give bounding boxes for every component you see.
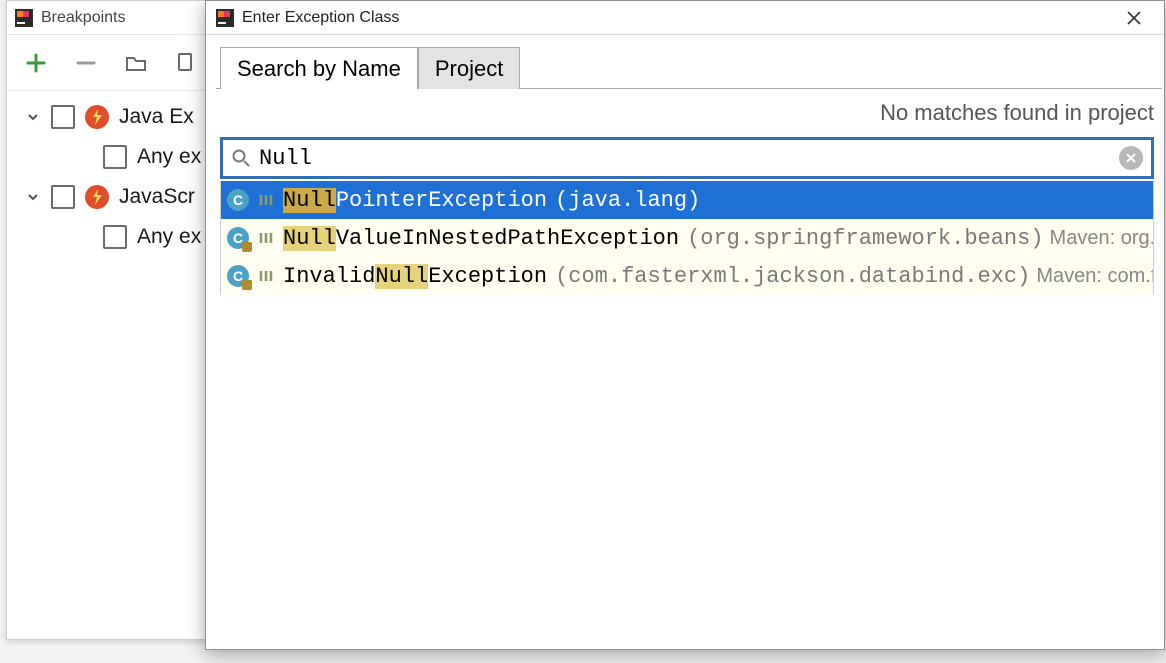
package-name: (java.lang) <box>555 188 700 213</box>
package-name: (com.fasterxml.jackson.databind.exc) <box>555 264 1030 289</box>
class-name: NullPointerException <box>283 188 547 213</box>
clear-search-button[interactable] <box>1119 146 1143 170</box>
tab-search-by-name[interactable]: Search by Name <box>220 47 418 89</box>
tree-label: Any ex <box>137 145 201 169</box>
library-icon <box>257 229 275 247</box>
tab-project[interactable]: Project <box>418 47 520 89</box>
package-name: (org.springframework.beans) <box>687 226 1043 251</box>
checkbox[interactable] <box>103 225 127 249</box>
search-icon <box>231 148 251 168</box>
checkbox[interactable] <box>103 145 127 169</box>
enter-exception-dialog: Enter Exception Class Search by Name Pro… <box>205 0 1165 650</box>
checkbox[interactable] <box>51 185 75 209</box>
add-breakpoint-button[interactable] <box>23 50 49 76</box>
results-list: C NullPointerException (java.lang) C Nul… <box>220 181 1154 295</box>
dialog-title: Enter Exception Class <box>242 9 399 27</box>
result-item[interactable]: C NullValueInNestedPathException (org.sp… <box>221 219 1153 257</box>
library-icon <box>257 267 275 285</box>
search-input[interactable] <box>259 146 1119 171</box>
checkbox[interactable] <box>51 105 75 129</box>
exception-icon <box>85 105 109 129</box>
chevron-down-icon <box>25 189 41 205</box>
source-label: Maven: com.faster <box>1036 265 1153 288</box>
class-name: NullValueInNestedPathException <box>283 226 679 251</box>
library-icon <box>257 191 275 209</box>
source-label: Maven: org.sprin <box>1050 227 1153 250</box>
status-message: No matches found in project <box>216 89 1162 137</box>
group-by-file-button[interactable] <box>173 50 199 76</box>
class-icon: C <box>227 265 249 287</box>
group-by-package-button[interactable] <box>123 50 149 76</box>
class-icon: C <box>227 189 249 211</box>
dialog-body: Search by Name Project No matches found … <box>206 35 1164 295</box>
remove-breakpoint-button[interactable] <box>73 50 99 76</box>
tree-label: Any ex <box>137 225 201 249</box>
close-button[interactable] <box>1114 1 1154 35</box>
exception-icon <box>85 185 109 209</box>
intellij-icon <box>216 9 234 27</box>
class-icon: C <box>227 227 249 249</box>
tree-label: Java Ex <box>119 105 194 129</box>
tabs: Search by Name Project <box>220 47 1162 89</box>
intellij-icon <box>15 9 33 27</box>
breakpoints-title: Breakpoints <box>41 9 126 27</box>
class-name: InvalidNullException <box>283 264 547 289</box>
dialog-titlebar: Enter Exception Class <box>206 1 1164 35</box>
result-item[interactable]: C NullPointerException (java.lang) <box>221 181 1153 219</box>
tree-label: JavaScr <box>119 185 195 209</box>
result-item[interactable]: C InvalidNullException (com.fasterxml.ja… <box>221 257 1153 295</box>
search-field-wrapper[interactable] <box>220 137 1154 179</box>
chevron-down-icon <box>25 109 41 125</box>
